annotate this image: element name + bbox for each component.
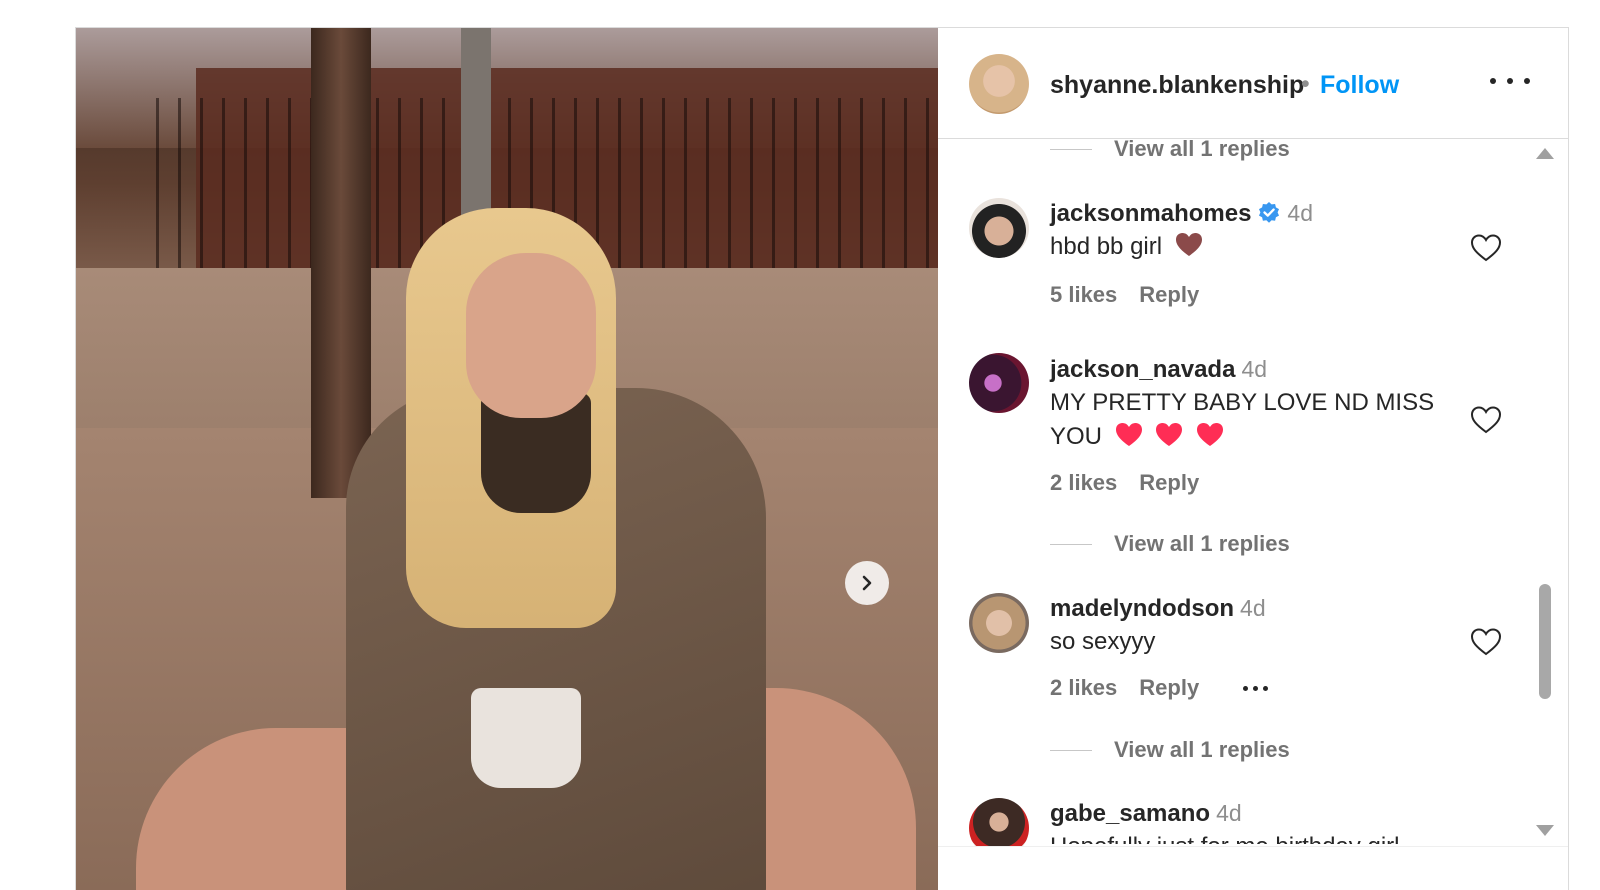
comment-time: 4d xyxy=(1216,800,1242,826)
comment-text: Hopefully just for me birthday girl xyxy=(1050,830,1399,844)
comment-likes[interactable]: 2 likes xyxy=(1050,675,1117,701)
comment-text-content: hbd bb girl xyxy=(1050,233,1163,260)
post-dialog: shyanne.blankenship • Follow View all 1 … xyxy=(75,27,1569,890)
comment-meta: 5 likes Reply xyxy=(1050,282,1199,308)
comment-time: 4d xyxy=(1241,356,1268,382)
comment-text-line2: YOU xyxy=(1050,423,1103,450)
owner-username[interactable]: shyanne.blankenship xyxy=(1050,71,1304,100)
next-photo-button[interactable] xyxy=(845,561,889,605)
separator-dot: • xyxy=(1301,70,1310,98)
comment-text: MY PRETTY BABY LOVE ND MISS YOU xyxy=(1050,386,1450,454)
comment-options-icon[interactable] xyxy=(1243,685,1269,691)
verified-badge-icon xyxy=(1259,202,1280,223)
comment-username-text: jackson_navada xyxy=(1050,356,1236,383)
chevron-right-icon xyxy=(862,575,872,591)
scroll-down-arrow[interactable] xyxy=(1536,825,1554,836)
reply-divider-line xyxy=(1050,543,1092,545)
commenter-avatar[interactable] xyxy=(969,593,1029,653)
comment-text-line1: MY PRETTY BABY LOVE ND MISS xyxy=(1050,389,1435,416)
comment-username[interactable]: jackson_navada 4d xyxy=(1050,356,1267,384)
comment-time: 4d xyxy=(1287,200,1314,226)
view-replies[interactable]: View all 1 replies xyxy=(1050,531,1290,557)
view-replies[interactable]: View all 1 replies xyxy=(1050,737,1290,763)
owner-avatar[interactable] xyxy=(969,54,1029,114)
photo-face xyxy=(466,253,596,418)
comment-meta: 2 likes Reply xyxy=(1050,470,1199,496)
comment-meta: 2 likes Reply xyxy=(1050,675,1269,701)
post-header: shyanne.blankenship • Follow xyxy=(938,28,1568,139)
red-heart-emoji-icon xyxy=(1115,423,1142,446)
like-heart-icon[interactable] xyxy=(1470,405,1502,435)
view-replies-label: View all 1 replies xyxy=(1114,136,1290,161)
comments-panel: shyanne.blankenship • Follow View all 1 … xyxy=(938,28,1568,890)
comment-username-text: gabe_samano xyxy=(1050,800,1211,827)
brown-heart-emoji-icon xyxy=(1175,233,1202,256)
scrollbar-thumb[interactable] xyxy=(1539,584,1551,699)
view-replies-top[interactable]: View all 1 replies xyxy=(1050,136,1290,162)
comment-text: so sexyyy xyxy=(1050,625,1450,659)
comment-username-text: jacksonmahomes xyxy=(1050,200,1252,227)
reply-divider-line xyxy=(1050,749,1092,751)
view-replies-label: View all 1 replies xyxy=(1114,531,1290,556)
photo-pole xyxy=(461,28,491,228)
comment-username[interactable]: madelyndodson 4d xyxy=(1050,595,1266,623)
commenter-avatar[interactable] xyxy=(969,198,1029,258)
more-options-icon[interactable] xyxy=(1490,66,1530,96)
reply-divider-line xyxy=(1050,148,1092,150)
comment-username[interactable]: gabe_samano 4d xyxy=(1050,800,1242,828)
post-photo[interactable] xyxy=(76,28,938,890)
red-heart-emoji-icon xyxy=(1156,423,1183,446)
reply-button[interactable]: Reply xyxy=(1139,675,1199,701)
comment-likes[interactable]: 2 likes xyxy=(1050,470,1117,496)
red-heart-emoji-icon xyxy=(1197,423,1224,446)
comment-time: 4d xyxy=(1240,595,1266,621)
comment-text-content: so sexyyy xyxy=(1050,628,1156,655)
comment-username[interactable]: jacksonmahomes 4d xyxy=(1050,200,1313,228)
comment-likes[interactable]: 5 likes xyxy=(1050,282,1117,308)
panel-footer xyxy=(938,846,1568,890)
commenter-avatar[interactable] xyxy=(969,353,1029,413)
comment-username-text: madelyndodson xyxy=(1050,595,1235,622)
reply-button[interactable]: Reply xyxy=(1139,470,1199,496)
comment-text: hbd bb girl xyxy=(1050,230,1450,264)
comment-text-line2-wrap: YOU xyxy=(1050,420,1450,454)
scroll-up-arrow[interactable] xyxy=(1536,148,1554,159)
like-heart-icon[interactable] xyxy=(1470,627,1502,657)
reply-button[interactable]: Reply xyxy=(1139,282,1199,308)
photo-shorts xyxy=(471,688,581,788)
like-heart-icon[interactable] xyxy=(1470,233,1502,263)
view-replies-label: View all 1 replies xyxy=(1114,737,1290,762)
follow-button[interactable]: Follow xyxy=(1320,71,1399,100)
photo-tree xyxy=(311,28,371,498)
